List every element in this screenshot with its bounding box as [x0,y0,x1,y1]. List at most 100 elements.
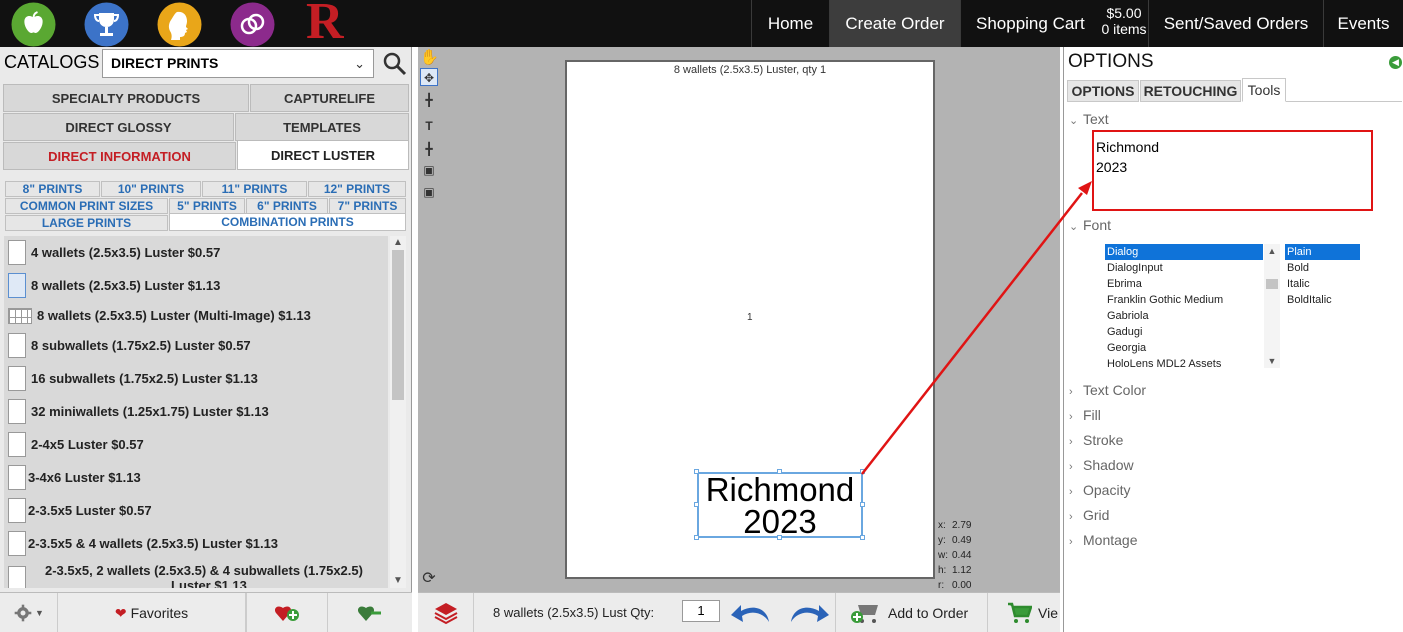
apple-icon[interactable] [11,2,56,47]
list-item[interactable]: Bold [1285,260,1360,276]
section-opacity[interactable]: › Opacity [1069,482,1130,498]
list-item[interactable]: Gadugi [1105,324,1263,340]
list-item[interactable]: DialogInput [1105,260,1263,276]
undo-button[interactable] [724,593,780,632]
bring-front-icon[interactable]: ▣ [420,183,438,201]
page-title: 8 wallets (2.5x3.5) Luster, qty 1 [673,64,827,76]
collapse-panel-icon[interactable]: ◀ [1389,56,1402,69]
tab-direct-information[interactable]: DIRECT INFORMATION [3,142,236,170]
move-tool-icon[interactable]: ✥ [420,68,438,86]
resize-handle[interactable] [860,502,865,507]
image-tool-icon[interactable]: ╋ [420,140,438,158]
section-grid[interactable]: › Grid [1069,507,1109,523]
list-item[interactable]: 8 wallets (2.5x3.5) Luster $1.13 [4,269,388,302]
text-tool-icon[interactable]: T [420,117,438,135]
resize-handle[interactable] [694,502,699,507]
resize-handle[interactable] [777,469,782,474]
subtab-large-prints[interactable]: LARGE PRINTS [5,215,168,231]
cart-add-icon [851,605,878,623]
tab-options[interactable]: OPTIONS [1067,80,1139,102]
layers-icon [434,603,457,625]
section-font[interactable]: ⌄ Font [1069,217,1111,233]
resize-handle[interactable] [860,535,865,540]
list-item[interactable]: Georgia [1105,340,1263,356]
rings-icon[interactable] [230,2,275,47]
list-item[interactable]: 2-3.5x5 Luster $0.57 [4,494,388,527]
subtab-6-prints[interactable]: 6" PRINTS [246,198,328,214]
silhouette-icon[interactable] [157,2,202,47]
tab-direct-luster[interactable]: DIRECT LUSTER [237,140,409,170]
trophy-icon[interactable] [84,2,129,47]
subtab-8-prints[interactable]: 8" PRINTS [5,181,100,197]
list-item[interactable]: 2-4x5 Luster $0.57 [4,428,388,461]
list-item[interactable]: 2-3.5x5, 2 wallets (2.5x3.5) & 4 subwall… [4,560,388,588]
resize-handle[interactable] [694,469,699,474]
tab-templates[interactable]: TEMPLATES [235,113,409,141]
favorites-button[interactable]: ❤ Favorites [58,593,246,632]
list-item[interactable]: Franklin Gothic Medium [1105,292,1263,308]
list-item[interactable]: BoldItalic [1285,292,1360,308]
subtab-11-prints[interactable]: 11" PRINTS [202,181,307,197]
list-item[interactable]: 3-4x6 Luster $1.13 [4,461,388,494]
section-text[interactable]: ⌄ Text [1069,111,1109,127]
add-to-order-button[interactable]: Add to Order [838,593,988,632]
nav-home[interactable]: Home [751,0,829,47]
product-list[interactable]: 4 wallets (2.5x3.5) Luster $0.57 8 walle… [4,236,388,588]
list-item[interactable]: Italic [1285,276,1360,292]
resize-handle[interactable] [694,535,699,540]
section-montage[interactable]: › Montage [1069,532,1137,548]
font-family-list[interactable]: Dialog DialogInput Ebrima Franklin Gothi… [1105,244,1263,372]
list-item[interactable]: 8 wallets (2.5x3.5) Luster (Multi-Image)… [4,299,388,332]
subtab-5-prints[interactable]: 5" PRINTS [169,198,245,214]
text-element[interactable]: Richmond 2023 [697,472,863,538]
text-input[interactable]: Richmond 2023 [1092,130,1373,211]
view-cart-button[interactable]: Vie [990,593,1060,632]
brand-logo[interactable]: R [306,0,344,48]
layers-button[interactable] [418,593,474,632]
rotate-icon[interactable]: ⟳ [420,570,438,588]
resize-handle[interactable] [860,469,865,474]
quantity-input[interactable]: 1 [682,600,720,622]
add-favorite-button[interactable] [246,593,328,632]
search-icon[interactable] [382,51,408,77]
list-item[interactable]: Dialog [1105,244,1263,260]
tab-specialty-products[interactable]: SPECIALTY PRODUCTS [3,84,249,112]
tab-direct-glossy[interactable]: DIRECT GLOSSY [3,113,234,141]
font-style-list[interactable]: Plain Bold Italic BoldItalic [1285,244,1360,308]
subtab-7-prints[interactable]: 7" PRINTS [329,198,406,214]
cart-summary[interactable]: $5.00 0 items [1096,5,1152,37]
nav-create-order[interactable]: Create Order [829,0,960,47]
nav-events[interactable]: Events [1323,0,1403,47]
list-item[interactable]: 4 wallets (2.5x3.5) Luster $0.57 [4,236,388,269]
tab-tools[interactable]: Tools [1242,78,1286,102]
section-shadow[interactable]: › Shadow [1069,457,1134,473]
resize-handle[interactable] [777,535,782,540]
list-item[interactable]: 32 miniwallets (1.25x1.75) Luster $1.13 [4,395,388,428]
send-back-icon[interactable]: ▣ [420,161,438,179]
subtab-combination-prints[interactable]: COMBINATION PRINTS [169,213,406,231]
remove-favorite-button[interactable] [328,593,412,632]
subtab-12-prints[interactable]: 12" PRINTS [308,181,406,197]
nav-sent-saved-orders[interactable]: Sent/Saved Orders [1148,0,1323,47]
section-text-color[interactable]: › Text Color [1069,382,1146,398]
crop-tool-icon[interactable]: ╋ [420,91,438,109]
font-list-scrollbar[interactable]: ▲ ▼ [1264,244,1280,368]
settings-button[interactable]: ▼ [0,593,58,632]
tab-retouching[interactable]: RETOUCHING [1140,80,1241,102]
list-item[interactable]: 2-3.5x5 & 4 wallets (2.5x3.5) Luster $1.… [4,527,388,560]
section-stroke[interactable]: › Stroke [1069,432,1123,448]
list-item[interactable]: 8 subwallets (1.75x2.5) Luster $0.57 [4,329,388,362]
list-item[interactable]: Plain [1285,244,1360,260]
subtab-10-prints[interactable]: 10" PRINTS [101,181,201,197]
list-item[interactable]: Ebrima [1105,276,1263,292]
list-item[interactable]: HoloLens MDL2 Assets [1105,356,1263,372]
list-item[interactable]: 16 subwallets (1.75x2.5) Luster $1.13 [4,362,388,395]
list-item[interactable]: Gabriola [1105,308,1263,324]
section-fill[interactable]: › Fill [1069,407,1101,423]
product-list-scrollbar[interactable]: ▲ ▼ [390,236,406,588]
redo-button[interactable] [780,593,836,632]
tab-capturelife[interactable]: CAPTURELIFE [250,84,409,112]
subtab-common-print-sizes[interactable]: COMMON PRINT SIZES [5,198,168,214]
hand-tool-icon[interactable]: ✋ [420,49,439,67]
catalog-select[interactable]: DIRECT PRINTS ⌄ [102,49,374,78]
